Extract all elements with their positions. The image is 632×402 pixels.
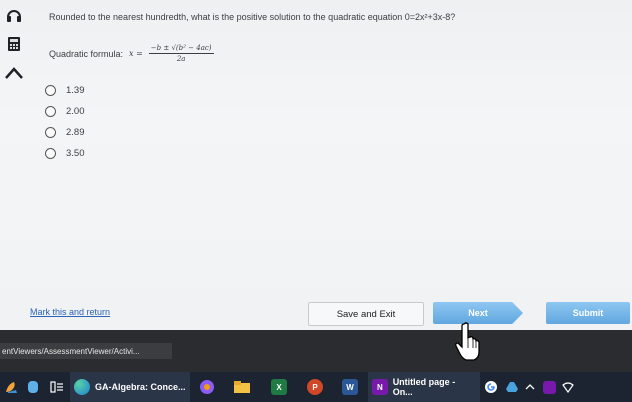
assessment-page: Rounded to the nearest hundredth, what i… — [0, 0, 632, 330]
choice-label: 2.00 — [66, 106, 85, 117]
calculator-icon[interactable] — [4, 34, 24, 54]
windows-icon[interactable] — [0, 372, 22, 402]
excel-letter: X — [271, 379, 287, 395]
chrome-icon[interactable] — [190, 372, 224, 402]
task-view-icon[interactable] — [44, 372, 70, 402]
onenote-icon: N — [372, 379, 388, 395]
windows-taskbar: GA-Algebra: Conce... X P W N Untitled pa… — [0, 372, 632, 402]
answer-choice[interactable]: 1.39 — [45, 80, 85, 101]
arrow-up-icon[interactable] — [4, 63, 24, 83]
chevron-icon[interactable] — [522, 372, 538, 402]
mark-and-return-link[interactable]: Mark this and return — [30, 307, 110, 317]
assessment-footer: Mark this and return Save and Exit Next … — [0, 300, 632, 330]
choice-label: 3.50 — [66, 148, 85, 159]
formula-label: Quadratic formula: — [49, 48, 124, 59]
drive-icon[interactable] — [502, 372, 522, 402]
hand-cursor-icon — [452, 322, 486, 362]
radio-button[interactable] — [45, 106, 56, 117]
search-icon[interactable] — [22, 372, 44, 402]
onenote-taskbar-window[interactable]: N Untitled page - On... — [368, 372, 480, 402]
radio-button[interactable] — [45, 148, 56, 159]
save-exit-button[interactable]: Save and Exit — [308, 302, 424, 326]
edge-icon — [74, 379, 90, 395]
excel-icon[interactable]: X — [260, 372, 298, 402]
word-letter: W — [342, 379, 358, 395]
answer-choices: 1.39 2.00 2.89 3.50 — [45, 80, 85, 164]
formula-hint: Quadratic formula: x = −b ± √(b² − 4ac) … — [49, 44, 214, 63]
edge-taskbar-window[interactable]: GA-Algebra: Conce... — [70, 372, 190, 402]
formula-lhs: x = — [129, 49, 143, 58]
next-button[interactable]: Next — [433, 302, 523, 324]
choice-label: 1.39 — [66, 85, 85, 96]
word-icon[interactable]: W — [332, 372, 368, 402]
google-icon[interactable] — [480, 372, 502, 402]
question-text: Rounded to the nearest hundredth, what i… — [49, 12, 456, 22]
status-bar-url: entViewers/AssessmentViewer/Activi... — [0, 343, 172, 359]
onenote-tray-icon[interactable] — [538, 372, 560, 402]
tool-sidebar — [0, 0, 28, 330]
powerpoint-icon[interactable]: P — [298, 372, 332, 402]
answer-choice[interactable]: 3.50 — [45, 143, 85, 164]
submit-button[interactable]: Submit — [546, 302, 630, 324]
wifi-icon[interactable] — [560, 372, 576, 402]
radio-button[interactable] — [45, 85, 56, 96]
headphones-icon[interactable] — [4, 5, 24, 25]
formula-fraction: −b ± √(b² − 4ac) 2a — [148, 44, 214, 63]
choice-label: 2.89 — [66, 127, 85, 138]
formula-denominator: 2a — [176, 55, 186, 63]
powerpoint-letter: P — [307, 379, 323, 395]
radio-button[interactable] — [45, 127, 56, 138]
formula-numerator: −b ± √(b² − 4ac) — [148, 44, 214, 54]
onenote-window-title: Untitled page - On... — [392, 377, 456, 397]
folder-icon[interactable] — [224, 372, 260, 402]
answer-choice[interactable]: 2.89 — [45, 122, 85, 143]
answer-choice[interactable]: 2.00 — [45, 101, 85, 122]
edge-window-title: GA-Algebra: Conce... — [95, 382, 186, 392]
